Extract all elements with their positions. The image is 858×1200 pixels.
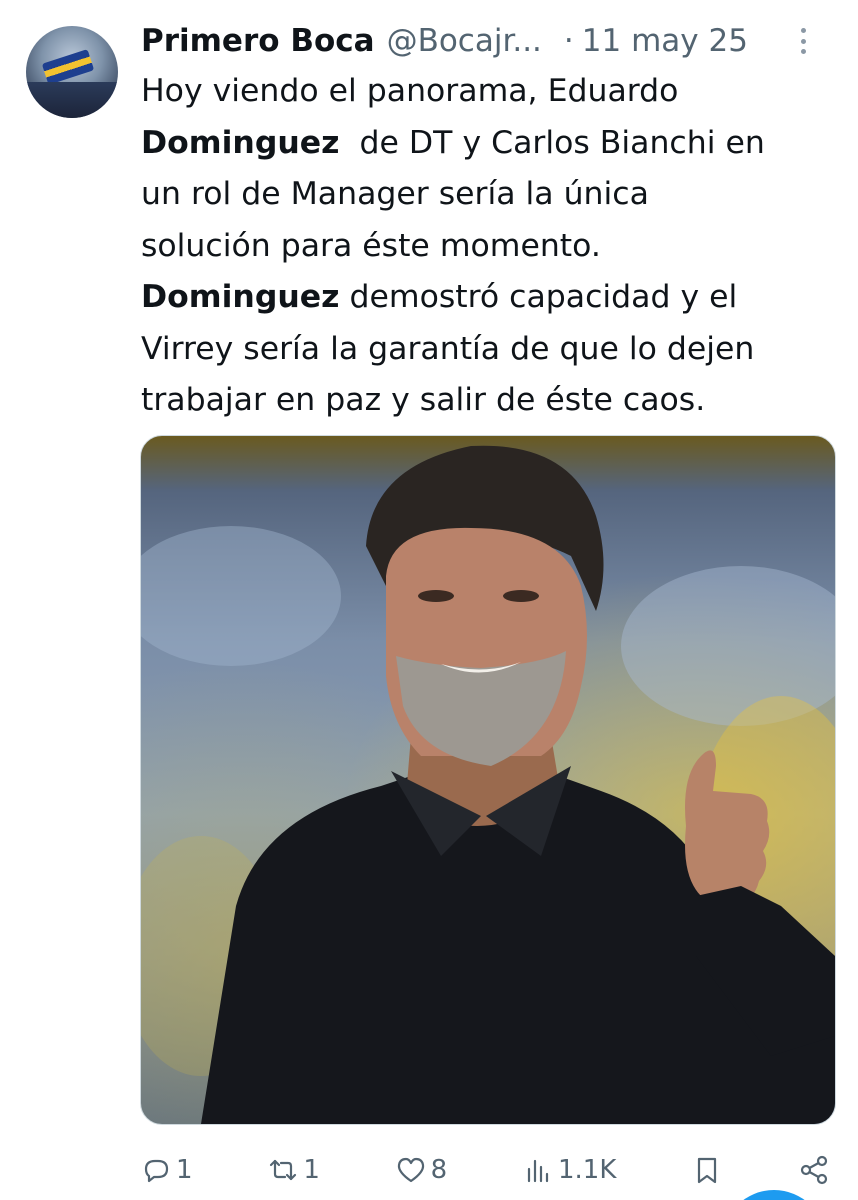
repost-button[interactable]: 1 <box>267 1154 320 1186</box>
tweet-text-segment: solución para éste momento. <box>141 227 601 264</box>
share-button[interactable] <box>798 1154 830 1186</box>
coach-photo <box>141 445 835 1124</box>
tweet-text-line: Dominguez de DT y Carlos Bianchi en <box>141 118 841 170</box>
action-bar: 1 1 8 1.1K <box>140 1150 830 1190</box>
avatar[interactable] <box>26 26 118 118</box>
tweet-text-segment: un rol de Manager sería la única <box>141 176 649 212</box>
like-button[interactable]: 8 <box>395 1154 448 1186</box>
tweet-text-line: Hoy viendo el panorama, Eduardo <box>141 66 841 118</box>
tweet-text-line: un rol de Manager sería la única <box>141 169 841 221</box>
repost-icon <box>270 1159 297 1181</box>
tweet-text-segment: de DT y Carlos Bianchi en <box>339 124 765 161</box>
separator-dot: · <box>563 23 574 59</box>
reply-button[interactable]: 1 <box>140 1154 193 1186</box>
like-count: 8 <box>430 1155 448 1185</box>
views-chart-icon <box>527 1159 549 1183</box>
views-button[interactable]: 1.1K <box>522 1154 616 1186</box>
tweet-text-line: Dominguez demostró capacidad y el <box>141 272 841 324</box>
tweet-text-line: solución para éste momento. <box>141 221 841 273</box>
repost-count: 1 <box>303 1155 320 1185</box>
crowd-graphic <box>26 82 118 118</box>
flag-graphic <box>41 49 95 85</box>
heart-icon <box>397 1157 424 1183</box>
views-count: 1.1K <box>557 1155 617 1185</box>
reply-icon <box>144 1159 169 1183</box>
bookmark-button[interactable] <box>691 1154 723 1186</box>
tweet-text-bold: Dominguez <box>141 124 340 161</box>
tweet-text: Hoy viendo el panorama, Eduardo Dominguez… <box>141 66 841 427</box>
tweet-header: Primero Boca @Bocajr... · 11 may 25 <box>141 18 841 64</box>
tweet-text-bold: Dominguez <box>141 279 340 315</box>
tweet-text-line: Virrey sería la garantía de que lo dejen <box>141 324 841 376</box>
tweet-image[interactable] <box>140 435 836 1125</box>
tweet-text-segment: Virrey sería la garantía de que lo dejen <box>141 330 755 367</box>
tweet-text-segment: trabajar en paz y salir de éste caos. <box>141 382 706 418</box>
tweet-text-line: trabajar en paz y salir de éste caos. <box>141 375 841 427</box>
author-handle[interactable]: @Bocajr... <box>387 23 542 59</box>
tweet: Primero Boca @Bocajr... · 11 may 25 Hoy … <box>0 0 858 1200</box>
tweet-text-segment: Hoy viendo el panorama, Eduardo <box>141 73 679 109</box>
more-options-icon[interactable] <box>799 28 807 54</box>
bookmark-icon <box>698 1157 717 1184</box>
compose-button-edge[interactable] <box>722 1190 826 1200</box>
tweet-text-segment: demostró capacidad y el <box>339 279 738 315</box>
tweet-date[interactable]: 11 may 25 <box>582 23 748 59</box>
share-icon <box>800 1155 828 1185</box>
reply-count: 1 <box>176 1155 193 1185</box>
author-name[interactable]: Primero Boca <box>141 23 375 59</box>
